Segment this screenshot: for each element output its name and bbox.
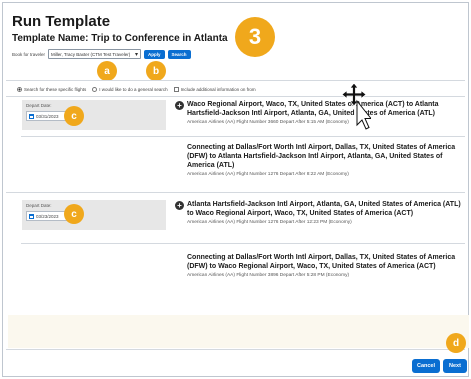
calendar-icon xyxy=(29,113,34,119)
traveler-row: Book for traveler Miller, Tracy Baxter (… xyxy=(12,48,191,60)
book-for-label: Book for traveler xyxy=(12,51,46,57)
depart-date-value: 03/31/2023 xyxy=(36,113,59,119)
chevron-down-icon: ▾ xyxy=(135,51,139,58)
flight-segment: Waco Regional Airport, Waco, TX, United … xyxy=(187,100,469,125)
depart-date-label: Depart Date: xyxy=(26,103,52,108)
flight-route: Connecting at Dallas/Fort Worth Intl Air… xyxy=(187,254,456,270)
include-info-checkbox[interactable]: Include additional information on from xyxy=(173,87,256,92)
plus-circle-icon[interactable]: + xyxy=(175,101,184,110)
apply-button[interactable]: Apply xyxy=(144,49,165,59)
flight-meta: American Airlines (AA) Flight Number 127… xyxy=(187,220,352,225)
divider xyxy=(6,349,465,350)
step-badge-c: c xyxy=(64,106,84,126)
radio-general-label: I would like to do a general search xyxy=(99,87,168,92)
step-badge-c: c xyxy=(64,204,84,224)
traveler-select[interactable]: Miller, Tracy Baxter (CTM Test Traveler)… xyxy=(48,49,142,59)
step-badge-d: d xyxy=(446,333,466,353)
include-info-label: Include additional information on from xyxy=(180,87,256,92)
flight-meta: American Airlines (AA) Flight Number 389… xyxy=(187,273,350,278)
flight-segment: Connecting at Dallas/Fort Worth Intl Air… xyxy=(187,143,469,177)
search-button[interactable]: Search xyxy=(167,49,191,59)
page-title: Run Template xyxy=(12,13,111,30)
run-template-dialog: Run Template Template Name: Trip to Conf… xyxy=(2,2,469,377)
flight-segment: Connecting at Dallas/Fort Worth Intl Air… xyxy=(187,253,469,278)
template-name: Template Name: Trip to Conference in Atl… xyxy=(12,33,228,44)
divider xyxy=(6,80,465,81)
step-badge-3: 3 xyxy=(235,17,275,57)
divider xyxy=(6,96,465,97)
step-badge-b: b xyxy=(146,61,166,81)
radio-selected-icon xyxy=(17,87,22,92)
radio-specific-flights[interactable]: Search for these specific flights xyxy=(17,87,86,92)
segment-2-date-panel: Depart Date: 03/23/2023 xyxy=(22,200,166,230)
divider xyxy=(21,243,465,244)
flight-meta: American Airlines (AA) Flight Number 127… xyxy=(187,172,349,177)
flight-meta: American Airlines (AA) Flight Number 366… xyxy=(187,120,349,125)
radio-specific-label: Search for these specific flights xyxy=(24,87,87,92)
step-badge-a: a xyxy=(97,61,117,81)
segment-1-date-panel: Depart Date: 03/31/2023 xyxy=(22,100,166,130)
depart-date-value: 03/23/2023 xyxy=(36,213,59,219)
move-cursor-icon xyxy=(341,83,371,130)
next-button[interactable]: Next xyxy=(443,359,467,373)
radio-general-search[interactable]: I would like to do a general search xyxy=(92,87,168,92)
search-options: Search for these specific flights I woul… xyxy=(17,87,256,92)
radio-icon xyxy=(92,87,98,92)
flight-segment: Atlanta Hartsfield-Jackson Intl Airport,… xyxy=(187,200,469,225)
divider xyxy=(21,136,465,137)
traveler-select-value: Miller, Tracy Baxter (CTM Test Traveler) xyxy=(51,51,131,57)
checkbox-icon xyxy=(173,87,179,92)
empty-area xyxy=(8,315,469,348)
flight-route: Waco Regional Airport, Waco, TX, United … xyxy=(187,101,439,117)
flight-route: Connecting at Dallas/Fort Worth Intl Air… xyxy=(187,144,456,169)
calendar-icon xyxy=(29,213,34,219)
divider xyxy=(6,192,465,193)
plus-circle-icon[interactable]: + xyxy=(175,201,184,210)
cancel-button[interactable]: Cancel xyxy=(412,359,440,373)
depart-date-label: Depart Date: xyxy=(26,203,52,208)
flight-route: Atlanta Hartsfield-Jackson Intl Airport,… xyxy=(187,201,461,217)
